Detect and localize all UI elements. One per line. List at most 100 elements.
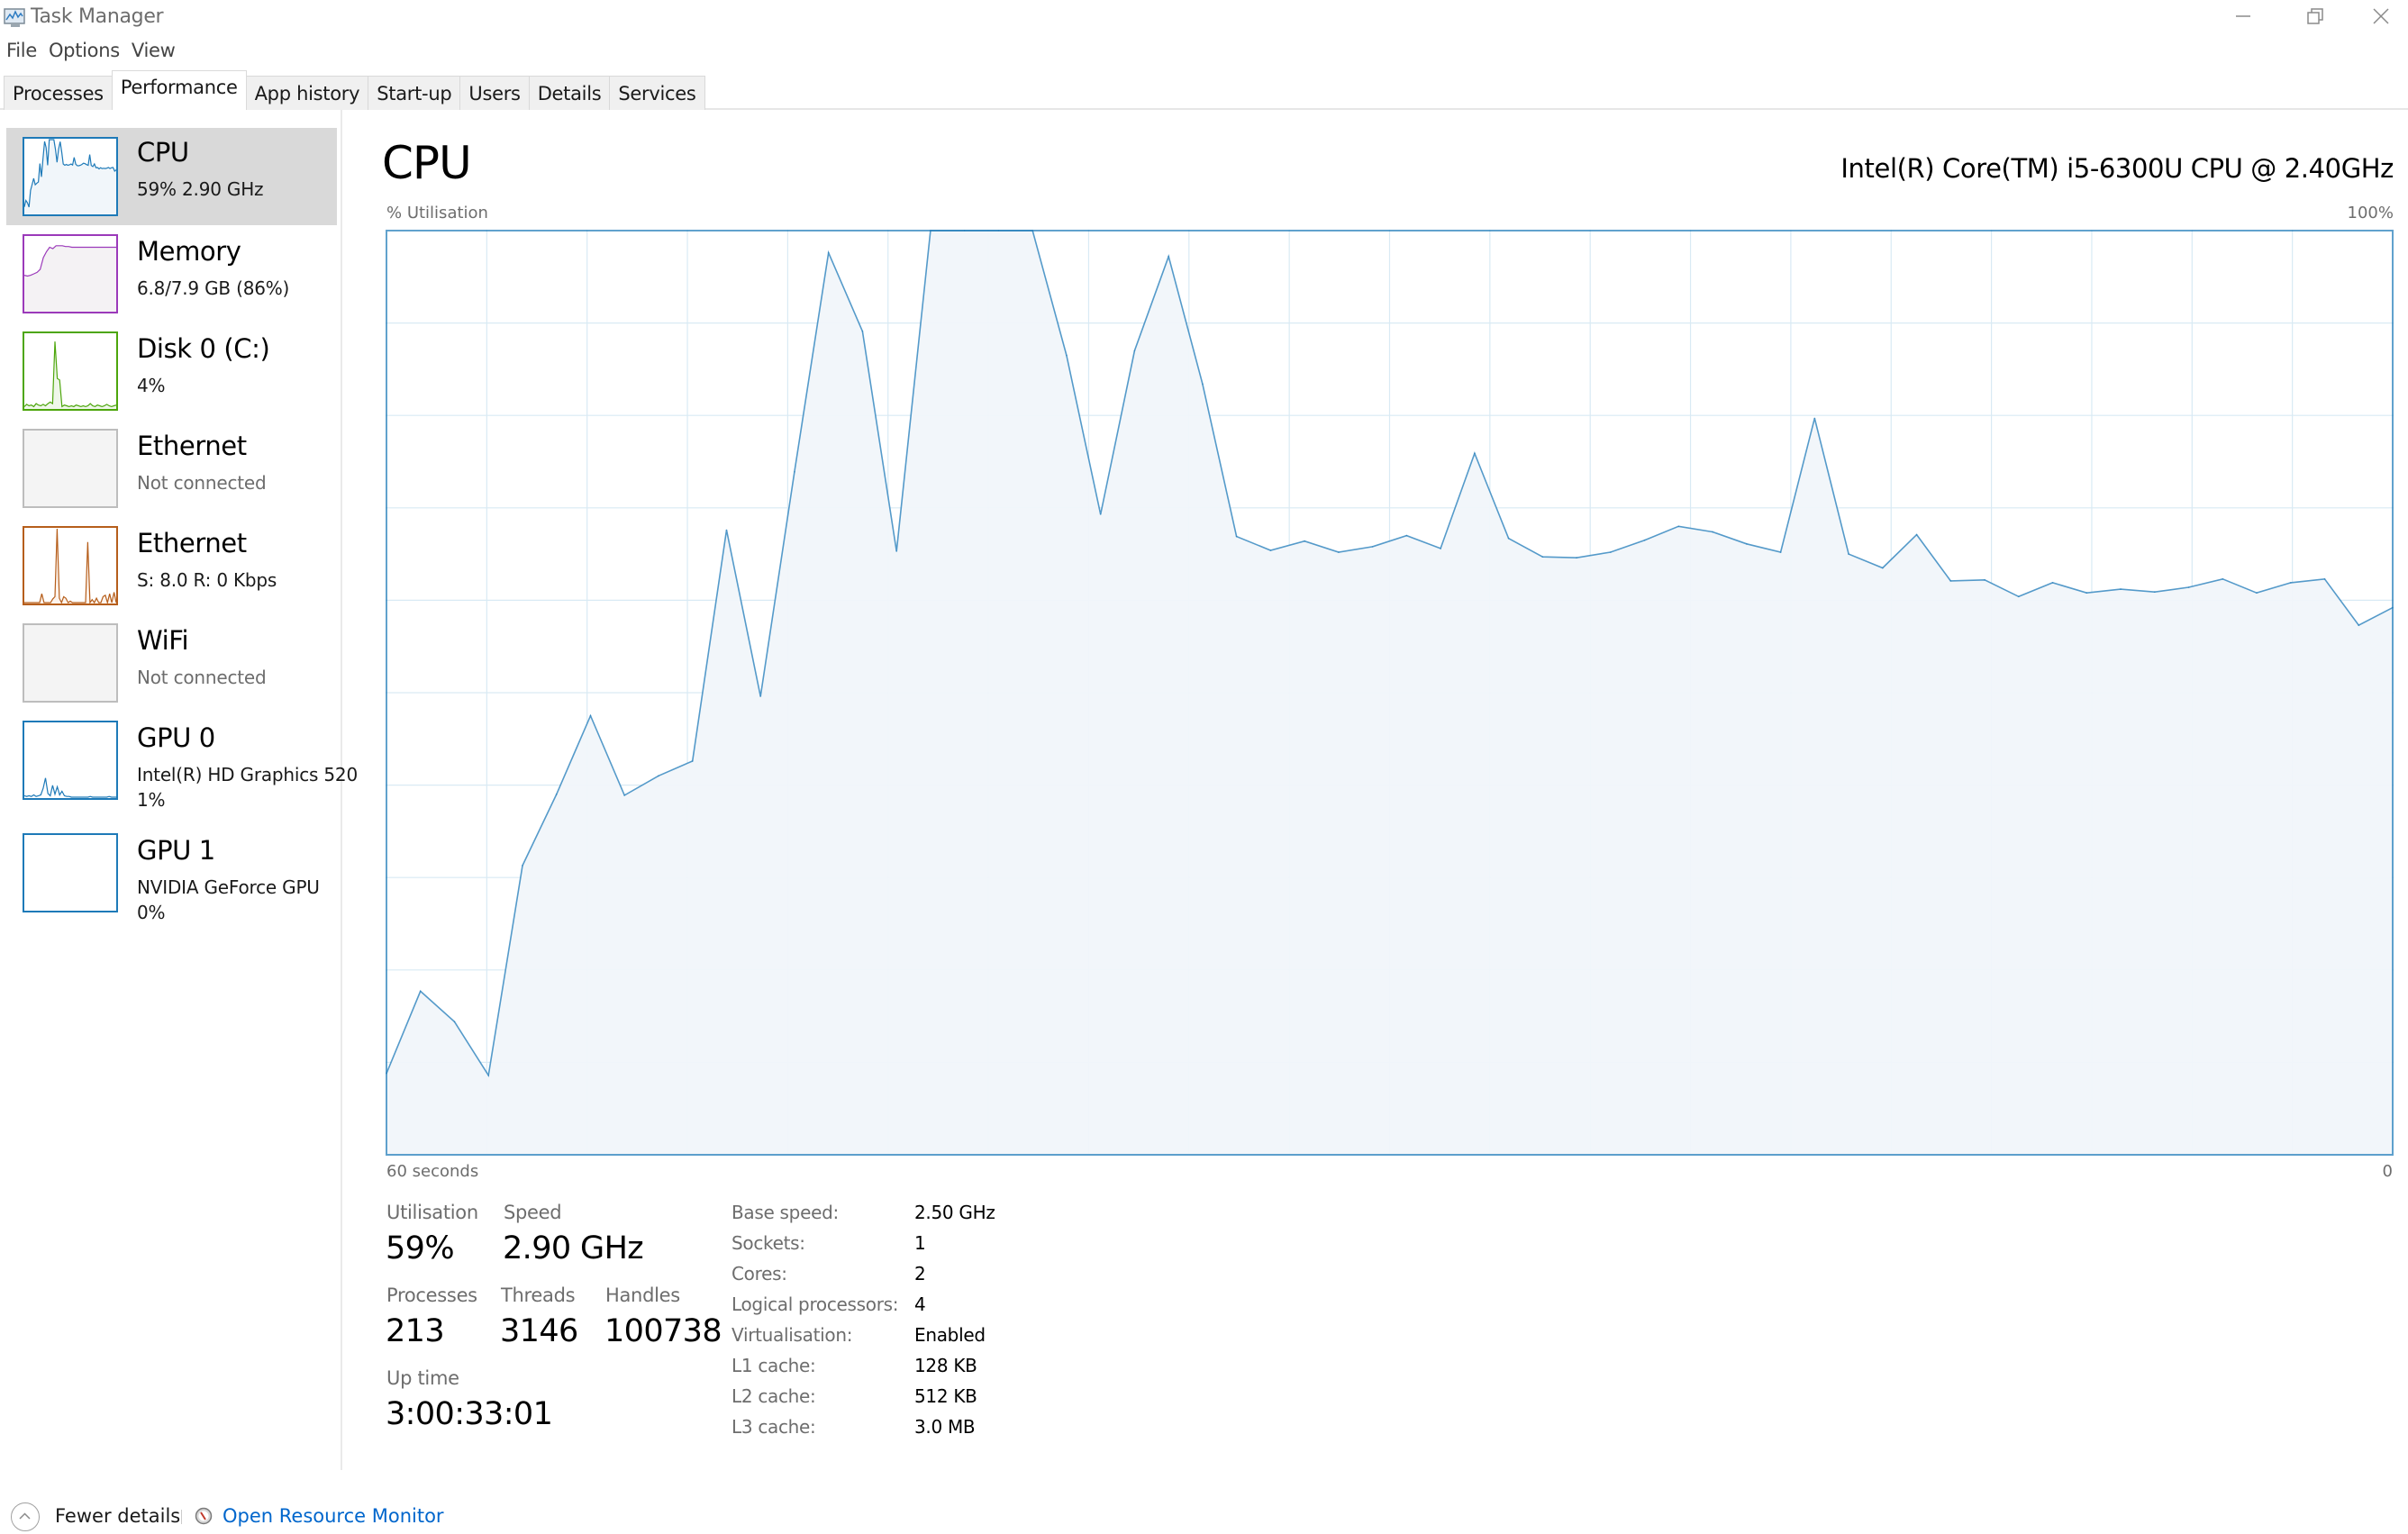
data-point	[589, 714, 592, 717]
memory-mini-graph	[23, 234, 118, 313]
sidebar-item-cpu[interactable]: CPU 59% 2.90 GHz	[6, 128, 337, 225]
menu-file[interactable]: File	[0, 38, 42, 67]
tab-users[interactable]: Users	[459, 76, 530, 110]
mini-graph-area	[24, 777, 116, 798]
close-button[interactable]	[2353, 0, 2408, 36]
mini-graph-svg	[24, 139, 116, 214]
data-point	[2256, 592, 2258, 594]
sidebar-item-wifi[interactable]: WiFi Not connected	[6, 614, 337, 712]
tab-processes[interactable]: Processes	[4, 76, 113, 110]
tab-app-history[interactable]: App history	[245, 76, 369, 110]
sidebar-item-value: 1%	[137, 789, 166, 811]
sidebar-item-subtitle: Intel(R) HD Graphics 520	[137, 764, 358, 785]
sidebar-item-title: Memory	[137, 236, 241, 267]
menu-view[interactable]: View	[125, 38, 181, 67]
handles-label: Handles	[605, 1284, 680, 1306]
data-point	[1168, 255, 1169, 258]
speed-value: 2.90 GHz	[503, 1230, 644, 1266]
data-point	[691, 760, 694, 762]
mini-graph-svg	[24, 245, 116, 312]
sidebar-item-title: GPU 0	[137, 722, 215, 753]
resource-monitor-icon	[195, 1507, 213, 1525]
data-point	[2358, 624, 2360, 626]
base-speed-label: Base speed:	[731, 1202, 839, 1223]
data-point	[725, 529, 728, 531]
data-point	[1066, 354, 1068, 357]
data-point	[1984, 579, 1985, 581]
data-point	[2017, 595, 2020, 598]
data-point	[2120, 588, 2122, 590]
threads-label: Threads	[501, 1284, 576, 1306]
page-title: CPU	[382, 137, 472, 189]
logical-processors-label: Logical processors:	[731, 1293, 899, 1315]
data-point	[1677, 525, 1680, 528]
tab-bar: Processes Performance App history Start-…	[0, 67, 2408, 110]
cpu-utilisation-chart	[386, 230, 2394, 1156]
tab-services[interactable]: Services	[609, 76, 705, 110]
data-point	[1949, 580, 1952, 582]
data-point	[1269, 549, 1272, 551]
sidebar-item-gpu-0[interactable]: GPU 0 Intel(R) HD Graphics 520 1%	[6, 712, 358, 824]
sidebar-item-subtitle: S: 8.0 R: 0 Kbps	[137, 569, 277, 591]
data-point	[658, 775, 659, 777]
close-icon	[2372, 7, 2390, 29]
sidebar-item-title: CPU	[137, 137, 189, 168]
data-point	[1882, 567, 1884, 569]
wifi-mini-graph	[23, 623, 118, 703]
tab-start-up[interactable]: Start-up	[368, 76, 461, 110]
data-point	[1474, 452, 1476, 455]
mini-graph-svg	[24, 777, 116, 798]
restore-icon	[2306, 7, 2324, 29]
sidebar-item-subtitle: 6.8/7.9 GB (86%)	[137, 277, 290, 299]
data-point	[1746, 543, 1748, 545]
restore-button[interactable]	[2279, 0, 2351, 36]
mini-graph-line	[24, 777, 116, 798]
open-resource-monitor-link[interactable]: Open Resource Monitor	[223, 1505, 444, 1527]
sidebar-item-ethernet-1[interactable]: Ethernet Not connected	[6, 420, 337, 517]
fewer-details-button[interactable]: Fewer details	[55, 1505, 180, 1527]
utilisation-label: Utilisation	[386, 1202, 478, 1223]
data-point	[1507, 537, 1510, 540]
footer-divider	[181, 1510, 182, 1524]
sidebar-item-title: Disk 0 (C:)	[137, 333, 270, 364]
sidebar-item-title: WiFi	[137, 625, 189, 656]
data-point	[827, 251, 830, 254]
minimize-button[interactable]	[2207, 0, 2279, 36]
disk-mini-graph	[23, 331, 118, 411]
sidebar-item-subtitle: Not connected	[137, 472, 267, 494]
threads-value: 3146	[500, 1313, 578, 1349]
data-point	[794, 470, 795, 473]
data-point	[1440, 548, 1441, 549]
data-point	[2187, 586, 2190, 588]
menu-options[interactable]: Options	[42, 38, 125, 67]
chevron-up-icon[interactable]	[11, 1502, 40, 1531]
data-point	[555, 794, 558, 795]
minimize-icon	[2234, 7, 2252, 29]
data-point	[1779, 551, 1782, 553]
processes-value: 213	[386, 1313, 445, 1349]
data-point	[1610, 551, 1612, 553]
mini-graph-svg	[24, 431, 116, 506]
data-point	[1202, 383, 1204, 386]
data-point	[1915, 533, 1918, 536]
data-point	[2051, 582, 2054, 584]
sidebar-item-memory[interactable]: Memory 6.8/7.9 GB (86%)	[6, 225, 337, 322]
x-axis-start-label: 60 seconds	[386, 1162, 479, 1181]
data-point	[2085, 592, 2088, 594]
task-manager-icon	[4, 7, 27, 29]
sidebar-item-ethernet-2[interactable]: Ethernet S: 8.0 R: 0 Kbps	[6, 517, 337, 614]
data-point	[419, 990, 422, 993]
l1-cache-value: 128 KB	[914, 1355, 977, 1376]
sidebar-item-subtitle: Not connected	[137, 667, 267, 688]
tab-performance[interactable]: Performance	[111, 70, 247, 110]
sidebar-item-gpu-1[interactable]: GPU 1 NVIDIA GeForce GPU 0%	[6, 824, 337, 937]
sidebar-item-disk-0[interactable]: Disk 0 (C:) 4%	[6, 322, 337, 420]
window-title: Task Manager	[31, 5, 164, 28]
tab-details[interactable]: Details	[528, 76, 611, 110]
sockets-value: 1	[914, 1232, 926, 1254]
mini-graph-line	[24, 341, 116, 408]
cores-label: Cores:	[731, 1263, 787, 1284]
l3-cache-value: 3.0 MB	[914, 1416, 976, 1438]
data-point	[2289, 582, 2292, 584]
l2-cache-label: L2 cache:	[731, 1385, 816, 1407]
